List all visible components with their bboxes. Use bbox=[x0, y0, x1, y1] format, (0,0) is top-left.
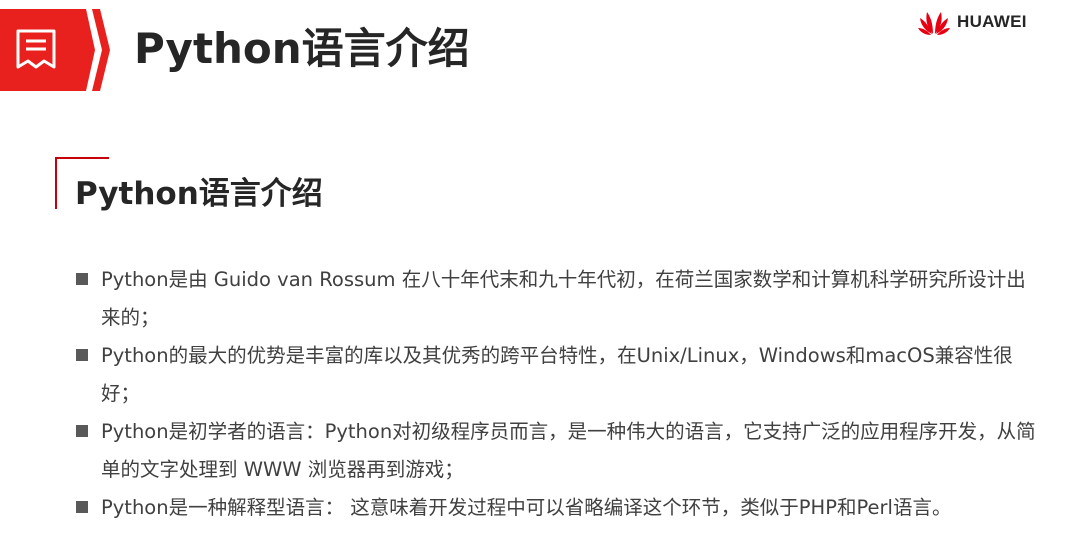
huawei-brand: HUAWEI bbox=[918, 8, 1027, 36]
square-bullet-icon bbox=[76, 501, 88, 513]
square-bullet-icon bbox=[76, 425, 88, 437]
square-bullet-icon bbox=[76, 273, 88, 285]
brand-name: HUAWEI bbox=[957, 12, 1027, 31]
list-item: Python的最大的优势是丰富的库以及其优秀的跨平台特性，在Unix/Linux… bbox=[76, 337, 1036, 413]
list-item: Python是初学者的语言：Python对初级程序员而言，是一种伟大的语言，它支… bbox=[76, 413, 1036, 489]
bullet-text: Python是一种解释型语言： 这意味着开发过程中可以省略编译这个环节，类似于P… bbox=[101, 496, 952, 519]
bullet-text: Python的最大的优势是丰富的库以及其优秀的跨平台特性，在Unix/Linux… bbox=[101, 344, 1013, 405]
bullet-list: Python是由 Guido van Rossum 在八十年代末和九十年代初，在… bbox=[76, 261, 1036, 527]
section-title: Python语言介绍 bbox=[75, 176, 323, 212]
square-bullet-icon bbox=[76, 349, 88, 361]
header-arrow-banner bbox=[0, 9, 110, 91]
bullet-text: Python是由 Guido van Rossum 在八十年代末和九十年代初，在… bbox=[101, 268, 1026, 329]
page-title: Python语言介绍 bbox=[134, 24, 470, 73]
huawei-petal-logo bbox=[918, 12, 950, 35]
list-item: Python是一种解释型语言： 这意味着开发过程中可以省略编译这个环节，类似于P… bbox=[76, 489, 1036, 527]
list-item: Python是由 Guido van Rossum 在八十年代末和九十年代初，在… bbox=[76, 261, 1036, 337]
bullet-text: Python是初学者的语言：Python对初级程序员而言，是一种伟大的语言，它支… bbox=[101, 420, 1036, 481]
